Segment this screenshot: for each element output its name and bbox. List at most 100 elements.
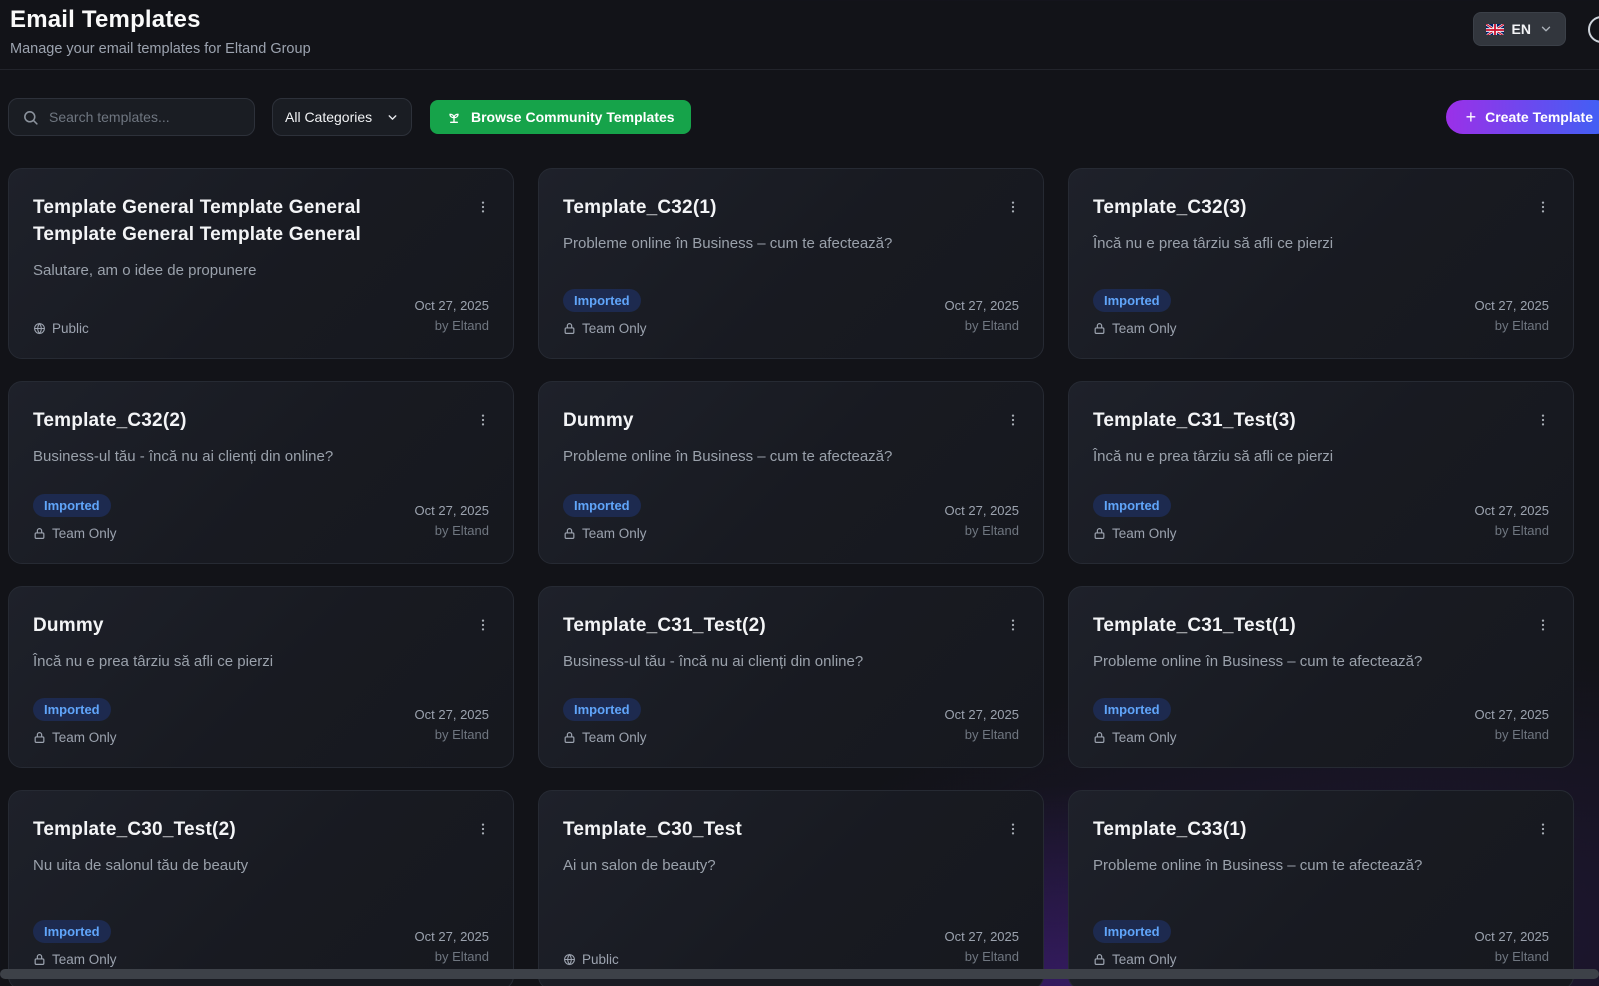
card-footer: Imported Team Only Oct 27, 2025 by Eltan… [1093, 289, 1549, 336]
template-card[interactable]: Template_C30_Test(2) Nu uita de salonul … [8, 790, 514, 986]
browse-button-label: Browse Community Templates [471, 109, 675, 125]
lock-icon [1093, 731, 1106, 744]
imported-badge: Imported [1093, 289, 1171, 312]
card-menu-button[interactable] [471, 817, 495, 841]
template-card[interactable]: Template_C30_Test Ai un salon de beauty?… [538, 790, 1044, 986]
visibility-row: Team Only [1093, 526, 1177, 541]
template-card[interactable]: Dummy Încă nu e prea târziu să afli ce p… [8, 586, 514, 768]
card-footer-right: Oct 27, 2025 by Eltand [1475, 501, 1549, 541]
browse-community-templates-button[interactable]: Browse Community Templates [430, 100, 691, 134]
template-date: Oct 27, 2025 [1475, 501, 1549, 521]
card-footer-right: Oct 27, 2025 by Eltand [945, 705, 1019, 745]
template-author: by Eltand [1475, 521, 1549, 541]
visibility-row: Team Only [1093, 321, 1177, 336]
card-footer-right: Oct 27, 2025 by Eltand [1475, 927, 1549, 967]
card-footer: Imported Team Only Oct 27, 2025 by Eltan… [1093, 698, 1549, 745]
visibility-row: Team Only [33, 952, 117, 967]
lock-icon [563, 731, 576, 744]
imported-badge: Imported [1093, 698, 1171, 721]
chevron-down-icon [1539, 22, 1553, 36]
template-author: by Eltand [1475, 725, 1549, 745]
visibility-label: Team Only [582, 321, 647, 336]
search-input[interactable] [49, 109, 241, 125]
template-card[interactable]: Dummy Probleme online în Business – cum … [538, 381, 1044, 564]
card-footer-left: Public [563, 952, 619, 967]
card-menu-button[interactable] [1001, 817, 1025, 841]
template-author: by Eltand [415, 725, 489, 745]
visibility-row: Team Only [563, 526, 647, 541]
card-footer-right: Oct 27, 2025 by Eltand [945, 927, 1019, 967]
card-footer-right: Oct 27, 2025 by Eltand [415, 927, 489, 967]
card-menu-button[interactable] [471, 613, 495, 637]
lock-icon [33, 953, 46, 966]
language-selector[interactable]: EN [1473, 12, 1566, 46]
globe-icon [33, 322, 46, 335]
card-menu-button[interactable] [1531, 817, 1555, 841]
page-title: Email Templates [10, 6, 1599, 34]
template-card[interactable]: Template_C31_Test(1) Probleme online în … [1068, 586, 1574, 768]
template-date: Oct 27, 2025 [415, 705, 489, 725]
template-card[interactable]: Template_C31_Test(2) Business-ul tău - î… [538, 586, 1044, 768]
template-card[interactable]: Template_C33(1) Probleme online în Busin… [1068, 790, 1574, 986]
card-footer-left: Imported Team Only [563, 698, 647, 745]
kebab-menu-icon [475, 412, 491, 428]
imported-badge: Imported [33, 920, 111, 943]
visibility-label: Public [582, 952, 619, 967]
template-description: Încă nu e prea târziu să afli ce pierzi [1093, 446, 1549, 467]
card-menu-button[interactable] [471, 195, 495, 219]
visibility-label: Team Only [52, 952, 117, 967]
template-title: Template_C31_Test(3) [1093, 408, 1549, 435]
template-title: Template_C31_Test(1) [1093, 613, 1549, 640]
visibility-label: Public [52, 321, 89, 336]
template-card[interactable]: Template_C32(2) Business-ul tău - încă n… [8, 381, 514, 564]
template-title: Template_C32(1) [563, 195, 1019, 222]
search-box[interactable] [8, 98, 255, 136]
template-description: Business-ul tău - încă nu ai clienți din… [33, 446, 489, 467]
card-menu-button[interactable] [1531, 613, 1555, 637]
user-avatar[interactable] [1588, 16, 1599, 43]
card-menu-button[interactable] [1531, 195, 1555, 219]
horizontal-scrollbar[interactable] [0, 969, 1599, 979]
imported-badge: Imported [563, 494, 641, 517]
card-footer-left: Imported Team Only [1093, 698, 1177, 745]
card-menu-button[interactable] [1001, 195, 1025, 219]
template-card[interactable]: Template General Template General Templa… [8, 168, 514, 359]
card-footer: Imported Team Only Oct 27, 2025 by Eltan… [563, 289, 1019, 336]
template-card[interactable]: Template_C32(3) Încă nu e prea târziu să… [1068, 168, 1574, 359]
card-menu-button[interactable] [1531, 408, 1555, 432]
template-date: Oct 27, 2025 [1475, 927, 1549, 947]
template-author: by Eltand [1475, 947, 1549, 967]
visibility-label: Team Only [1112, 321, 1177, 336]
imported-badge: Imported [1093, 920, 1171, 943]
card-menu-button[interactable] [1001, 613, 1025, 637]
imported-badge: Imported [563, 289, 641, 312]
visibility-label: Team Only [582, 526, 647, 541]
template-description: Salutare, am o idee de propunere [33, 260, 489, 281]
create-template-button[interactable]: + Create Template [1446, 100, 1599, 134]
card-menu-button[interactable] [1001, 408, 1025, 432]
kebab-menu-icon [475, 821, 491, 837]
template-card[interactable]: Template_C32(1) Probleme online în Busin… [538, 168, 1044, 359]
card-menu-button[interactable] [471, 408, 495, 432]
category-dropdown[interactable]: All Categories [272, 98, 412, 136]
lock-icon [33, 731, 46, 744]
template-card[interactable]: Template_C31_Test(3) Încă nu e prea târz… [1068, 381, 1574, 564]
card-footer-left: Imported Team Only [33, 698, 117, 745]
page-header: Email Templates Manage your email templa… [0, 0, 1599, 70]
card-footer: Imported Team Only Oct 27, 2025 by Eltan… [563, 494, 1019, 541]
visibility-row: Public [33, 321, 89, 336]
template-title: Template_C30_Test(2) [33, 817, 489, 844]
visibility-label: Team Only [1112, 526, 1177, 541]
template-description: Ai un salon de beauty? [563, 855, 1019, 876]
template-description: Probleme online în Business – cum te afe… [563, 446, 1019, 467]
template-author: by Eltand [415, 316, 489, 336]
template-title: Dummy [33, 613, 489, 640]
template-date: Oct 27, 2025 [945, 927, 1019, 947]
template-title: Template_C33(1) [1093, 817, 1549, 844]
imported-badge: Imported [563, 698, 641, 721]
visibility-row: Public [563, 952, 619, 967]
template-author: by Eltand [1475, 316, 1549, 336]
card-footer-right: Oct 27, 2025 by Eltand [945, 296, 1019, 336]
visibility-row: Team Only [33, 730, 117, 745]
visibility-label: Team Only [1112, 730, 1177, 745]
